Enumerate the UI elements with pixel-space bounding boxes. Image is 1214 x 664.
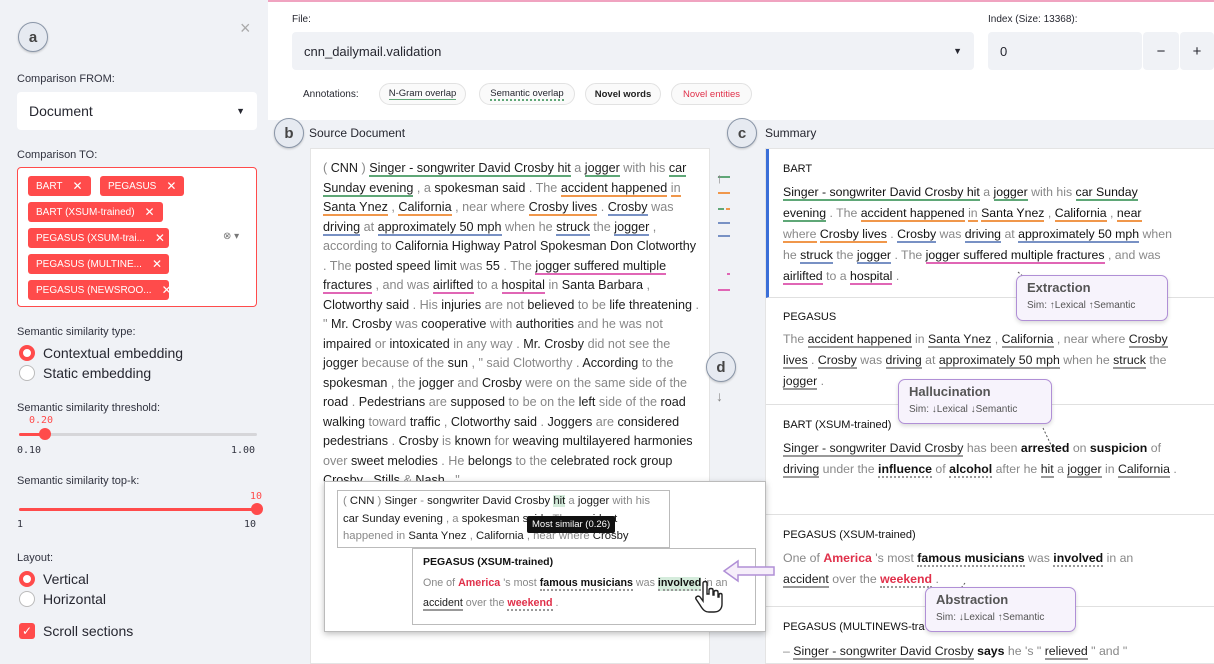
callout-title: Extraction — [1027, 280, 1091, 295]
callout-sub: Sim: ↓Lexical ↑Semantic — [936, 612, 1045, 623]
popup-source-excerpt: ( CNN ) Singer - songwriter David Crosby… — [337, 490, 670, 548]
callout-sub: Sim: ↓Lexical ↓Semantic — [909, 404, 1018, 415]
similarity-tooltip: Most similar (0.26) — [527, 516, 616, 533]
callout-extraction: Extraction Sim: ↑Lexical ↑Semantic — [1016, 275, 1168, 321]
callout-title: Abstraction — [936, 592, 1009, 607]
hand-cursor-icon — [695, 580, 723, 613]
callout-hallucination: Hallucination Sim: ↓Lexical ↓Semantic — [898, 379, 1052, 424]
callout-title: Hallucination — [909, 384, 991, 399]
popup-model-name: PEGASUS (XSUM-trained) — [423, 556, 554, 568]
callout-sub: Sim: ↑Lexical ↑Semantic — [1027, 300, 1136, 311]
callout-abstraction: Abstraction Sim: ↓Lexical ↑Semantic — [925, 587, 1076, 632]
pointer-arrow-icon — [722, 559, 775, 583]
